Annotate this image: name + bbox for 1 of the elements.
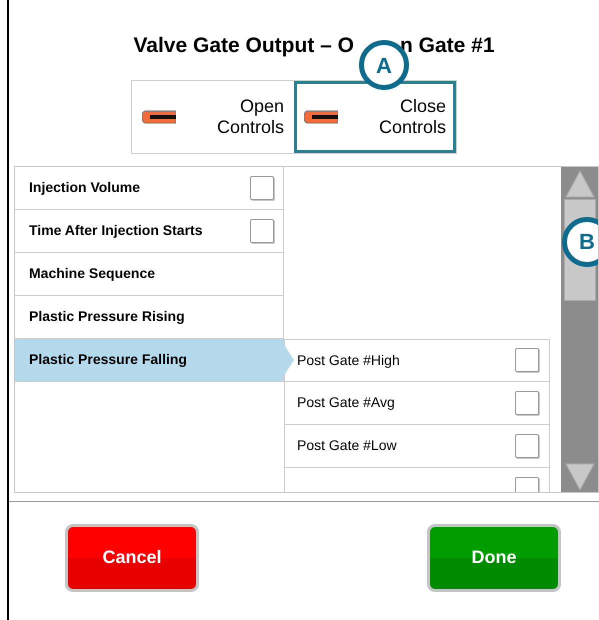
dialog-title: Valve Gate Output – O [133,33,354,59]
